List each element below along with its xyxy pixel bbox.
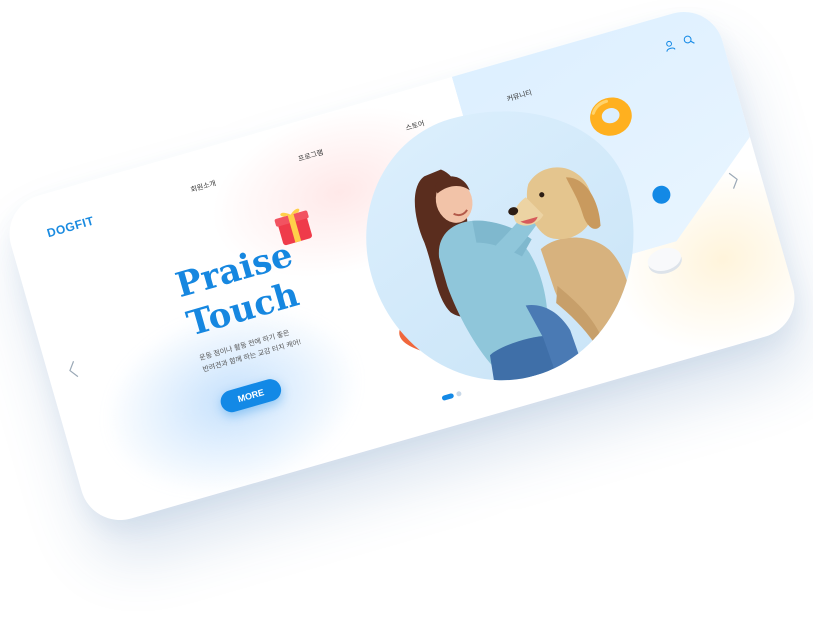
nav-item-about[interactable]: 회원소개 [190,178,218,195]
logo[interactable]: DOGFIT [45,213,95,240]
chevron-left-icon[interactable] [66,360,81,380]
pagination-dot[interactable] [455,390,463,397]
page: DOGFIT 회원소개 프로그램 스토어 커뮤니티 Praise Touch 운… [0,0,813,618]
carousel-pagination [441,390,463,401]
pagination-dot-active[interactable] [441,392,455,401]
hero-card: DOGFIT 회원소개 프로그램 스토어 커뮤니티 Praise Touch 운… [0,2,804,530]
